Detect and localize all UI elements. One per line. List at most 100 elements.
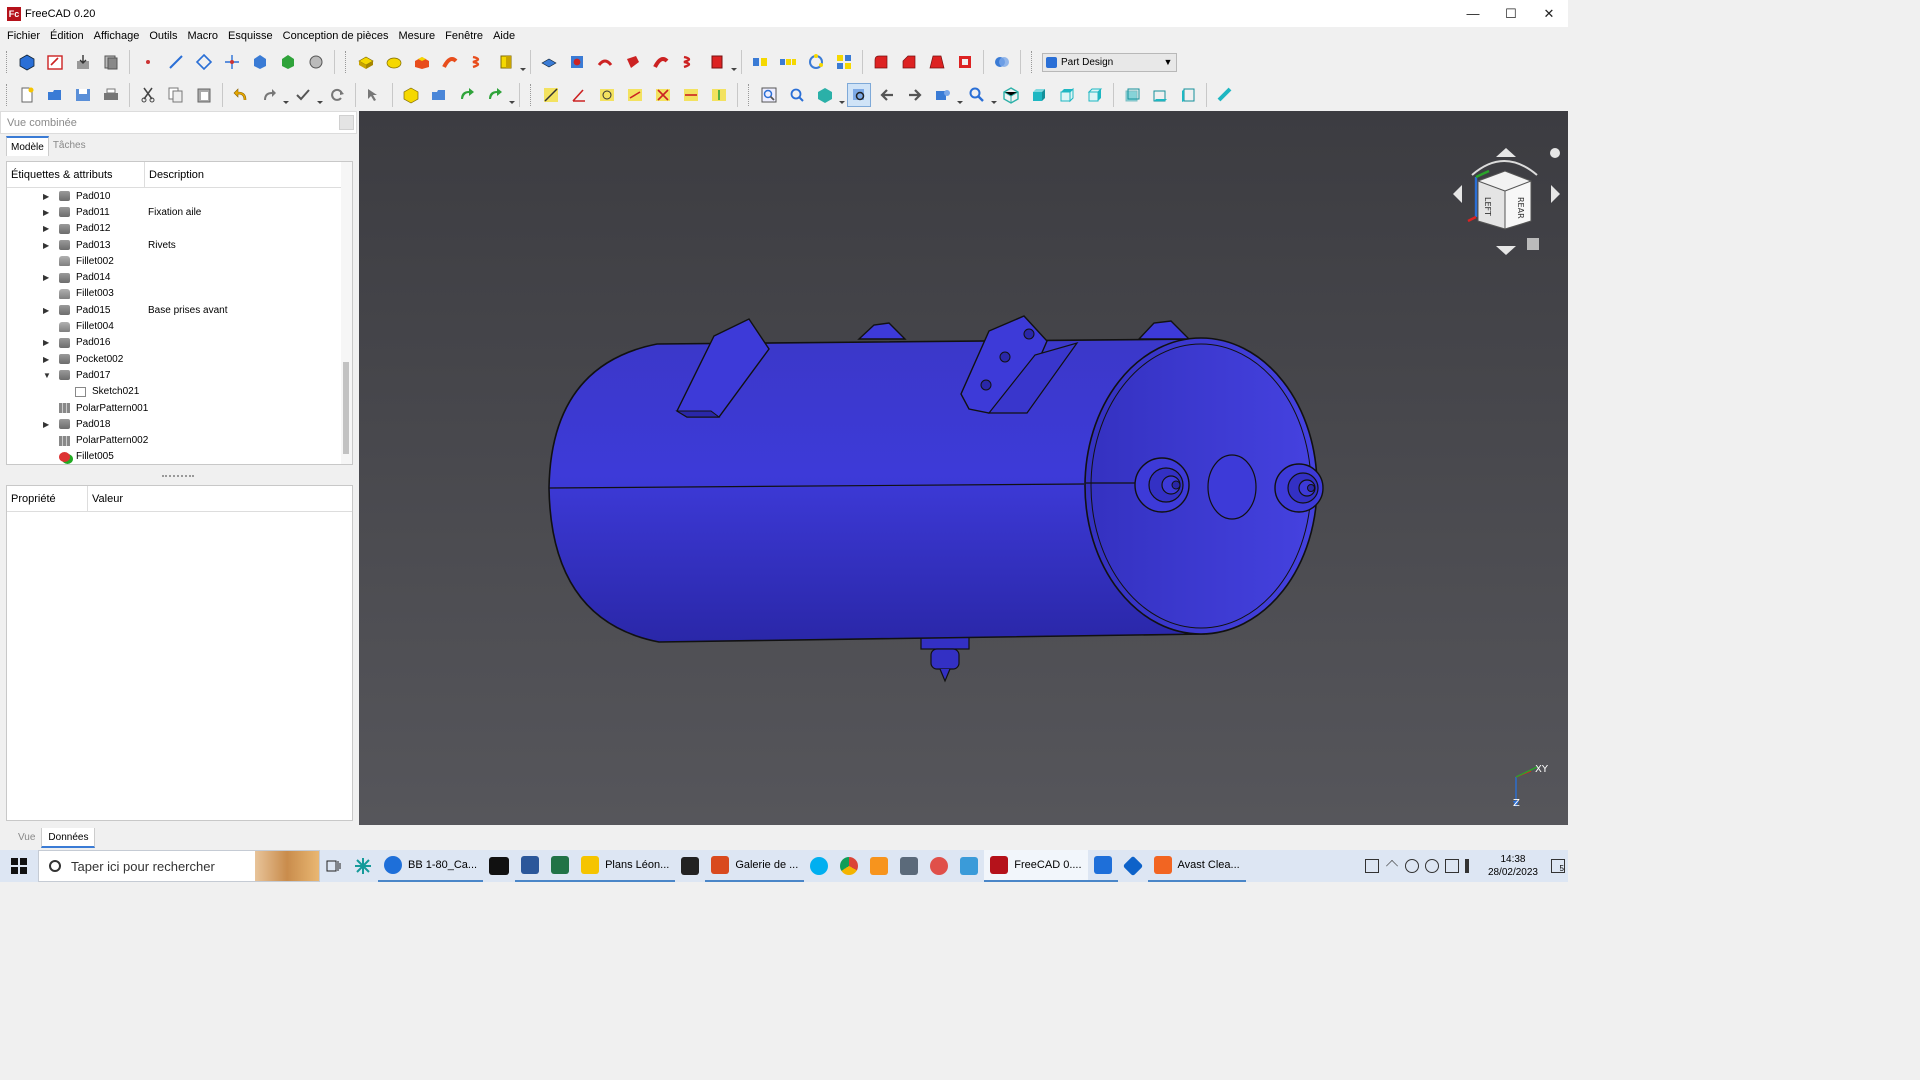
menu-aide[interactable]: Aide: [488, 30, 520, 42]
dropdown-arrow[interactable]: [283, 83, 289, 107]
close-button[interactable]: ✕: [1530, 0, 1568, 27]
view-top-icon[interactable]: [1055, 83, 1079, 107]
tree-item[interactable]: Fillet005: [7, 449, 352, 464]
expand-arrow-icon[interactable]: ▶: [43, 208, 51, 217]
measure-angle-icon[interactable]: [567, 83, 591, 107]
nav-menu-dot-icon[interactable]: [1550, 148, 1560, 158]
subtractive-primitive-icon[interactable]: [705, 50, 729, 74]
property-header-name[interactable]: Propriété: [7, 486, 88, 511]
mirrored-icon[interactable]: [748, 50, 772, 74]
hole-icon[interactable]: [565, 50, 589, 74]
whats-this-icon[interactable]: [362, 83, 386, 107]
start-button[interactable]: [0, 850, 38, 882]
taskbar-app-7zip-icon[interactable]: [483, 850, 515, 882]
undo-icon[interactable]: [229, 83, 253, 107]
tree-item[interactable]: ▶ Pad015 Base prises avant: [7, 302, 352, 318]
measure-distance-icon[interactable]: [539, 83, 563, 107]
recompute-check-icon[interactable]: [291, 83, 315, 107]
fit-all-icon[interactable]: [757, 83, 781, 107]
sub-object-shape-icon[interactable]: [304, 50, 328, 74]
create-sketch-icon[interactable]: [43, 50, 67, 74]
expand-arrow-icon[interactable]: ▶: [43, 355, 51, 364]
multitransform-icon[interactable]: [832, 50, 856, 74]
fillet-icon[interactable]: [869, 50, 893, 74]
subtractive-helix-icon[interactable]: [677, 50, 701, 74]
maximize-button[interactable]: ☐: [1492, 0, 1530, 27]
menu-mesure[interactable]: Mesure: [393, 30, 440, 42]
expand-arrow-icon[interactable]: ▶: [43, 273, 51, 282]
pocket-icon[interactable]: [537, 50, 561, 74]
measure-ruler-icon[interactable]: [1213, 83, 1237, 107]
view-left-icon[interactable]: [1176, 83, 1200, 107]
workbench-selector[interactable]: Part Design ▼: [1042, 52, 1177, 72]
link-actions-icon[interactable]: [483, 83, 507, 107]
fit-selection-icon[interactable]: [785, 83, 809, 107]
revolution-icon[interactable]: [382, 50, 406, 74]
menu-macro[interactable]: Macro: [182, 30, 223, 42]
dropdown-arrow[interactable]: [991, 83, 997, 107]
tree-item[interactable]: ▶ Pad014: [7, 269, 352, 285]
toolbar-grip[interactable]: [6, 84, 9, 106]
tree-item[interactable]: ▶ Pad010: [7, 188, 352, 204]
tree-item[interactable]: ▶ Pocket002: [7, 351, 352, 367]
selection-filter-icon[interactable]: [847, 83, 871, 107]
create-body-icon[interactable]: [15, 50, 39, 74]
cut-icon[interactable]: [136, 83, 160, 107]
tree-item[interactable]: ▶ Pad011 Fixation aile: [7, 204, 352, 220]
navigation-cube[interactable]: LEFT REAR: [1453, 148, 1560, 255]
forward-arrow-icon[interactable]: [903, 83, 927, 107]
onedrive-icon[interactable]: [1424, 859, 1439, 873]
taskbar-app-excel-icon[interactable]: [545, 850, 576, 882]
menu-edition[interactable]: Édition: [45, 30, 89, 42]
datum-plane-icon[interactable]: [192, 50, 216, 74]
menu-esquisse[interactable]: Esquisse: [223, 30, 278, 42]
paste-icon[interactable]: [192, 83, 216, 107]
taskbar-app-k-icon[interactable]: [675, 850, 705, 882]
taskbar-app-send-icon[interactable]: [954, 850, 984, 882]
refresh-icon[interactable]: [325, 83, 349, 107]
create-part-icon[interactable]: [399, 83, 423, 107]
save-icon[interactable]: [71, 83, 95, 107]
tree-header-labels[interactable]: Étiquettes & attributs: [7, 162, 145, 187]
rotate-right-arrow-icon[interactable]: [1551, 185, 1560, 203]
3d-viewport[interactable]: LEFT REAR XY Z: [359, 111, 1568, 850]
subtractive-pipe-icon[interactable]: [649, 50, 673, 74]
tree-item[interactable]: ▶ Pad018: [7, 416, 352, 432]
property-header-value[interactable]: Valeur: [88, 486, 123, 511]
minimize-button[interactable]: —: [1454, 0, 1492, 27]
view-isometric-icon[interactable]: [999, 83, 1023, 107]
taskbar-app-chrome-icon[interactable]: [834, 850, 864, 882]
rotate-left-arrow-icon[interactable]: [1453, 185, 1462, 203]
clone-icon[interactable]: [99, 50, 123, 74]
collapse-arrow-icon[interactable]: ▼: [43, 371, 51, 380]
chamfer-icon[interactable]: [897, 50, 921, 74]
taskbar-app-red-icon[interactable]: [924, 850, 954, 882]
tree-item[interactable]: ▶ Pad016: [7, 335, 352, 351]
thickness-icon[interactable]: [953, 50, 977, 74]
view-front-icon[interactable]: [1027, 83, 1051, 107]
taskbar-item-explorer[interactable]: Plans Léon...: [575, 850, 676, 882]
zoom-icon[interactable]: [965, 83, 989, 107]
rotate-down-arrow-icon[interactable]: [1496, 246, 1516, 255]
menu-conception-de-pieces[interactable]: Conception de pièces: [278, 30, 394, 42]
dropdown-arrow[interactable]: [839, 83, 845, 107]
toolbar-grip[interactable]: [6, 51, 9, 73]
redo-icon[interactable]: [257, 83, 281, 107]
dropdown-arrow[interactable]: [317, 83, 323, 107]
print-icon[interactable]: [99, 83, 123, 107]
toolbar-grip[interactable]: [748, 84, 751, 106]
new-document-icon[interactable]: [15, 83, 39, 107]
copy-icon[interactable]: [164, 83, 188, 107]
taskbar-app-f-icon[interactable]: [864, 850, 894, 882]
expand-arrow-icon[interactable]: ▶: [43, 420, 51, 429]
tree-item[interactable]: Fillet004: [7, 318, 352, 334]
toolbar-grip[interactable]: [530, 84, 533, 106]
taskbar-app-dropbox-icon[interactable]: [1118, 850, 1148, 882]
tree-item[interactable]: PolarPattern002: [7, 432, 352, 448]
scrollbar-thumb[interactable]: [343, 362, 349, 454]
measure-refresh-icon[interactable]: [623, 83, 647, 107]
view-right-icon[interactable]: [1083, 83, 1107, 107]
draw-style-icon[interactable]: [813, 83, 837, 107]
sync-view-icon[interactable]: [931, 83, 955, 107]
view-rear-icon[interactable]: [1120, 83, 1144, 107]
